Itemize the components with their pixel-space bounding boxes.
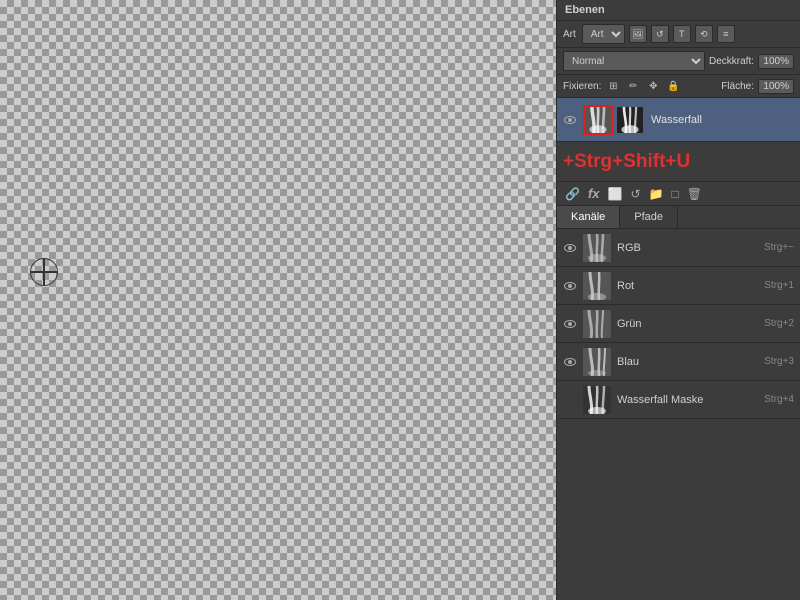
channel-gruen-eye-icon (564, 320, 576, 328)
flaeche-value: 100% (758, 79, 794, 94)
trash-action-icon[interactable]: 🗑 (687, 187, 702, 201)
panel-header: Ebenen (557, 0, 800, 21)
tab-kanaele[interactable]: Kanäle (557, 206, 620, 228)
channel-rgb-thumb (583, 234, 611, 262)
channel-maske-eye[interactable] (563, 393, 577, 407)
opacity-value: 100% (758, 54, 794, 69)
right-panel: Ebenen Art Art 🖼 ↺ T ⟲ ≡ Normal Deckkraf… (556, 0, 800, 600)
eye-icon (564, 116, 576, 124)
eye-pupil (568, 118, 572, 122)
icon-type-btn[interactable]: T (673, 25, 691, 43)
art-label: Art (563, 29, 576, 40)
checkerboard-bg (0, 0, 556, 600)
channel-gruen-shortcut: Strg+2 (764, 318, 794, 329)
layer-thumbnails (583, 105, 645, 135)
fixieren-label: Fixieren: (563, 81, 601, 92)
fix-move-icon[interactable]: ✥ (645, 78, 661, 94)
channel-blau-eye-icon (564, 358, 576, 366)
adjustment-action-icon[interactable]: ↺ (630, 187, 640, 201)
channel-maske-shortcut: Strg+4 (764, 394, 794, 405)
channel-item-blau[interactable]: Blau Strg+3 (557, 343, 800, 381)
blend-mode-select[interactable]: Normal (563, 51, 705, 71)
channel-rot-name: Rot (617, 280, 764, 292)
channel-item-gruen[interactable]: Grün Strg+2 (557, 305, 800, 343)
layer-action-bar: 🔗 fx ⬜ ↺ 📁 □ 🗑 (557, 181, 800, 206)
channel-rot-thumb (583, 272, 611, 300)
fix-grid-icon[interactable]: ⊞ (605, 78, 621, 94)
crosshair-cursor (30, 258, 58, 286)
art-toolbar-row: Art Art 🖼 ↺ T ⟲ ≡ (557, 21, 800, 48)
tabs-row: Kanäle Pfade (557, 206, 800, 229)
folder-action-icon[interactable]: 📁 (649, 187, 664, 201)
channel-list: RGB Strg+~ Rot Strg+1 (557, 229, 800, 419)
layer-item[interactable]: Wasserfall (557, 98, 800, 142)
channel-gruen-name: Grün (617, 318, 764, 330)
channel-gruen-thumb (583, 310, 611, 338)
channel-item-rot[interactable]: Rot Strg+1 (557, 267, 800, 305)
channel-blau-thumb (583, 348, 611, 376)
layer-thumb-svg (585, 107, 611, 133)
shortcut-overlay: +Strg+Shift+U (557, 142, 800, 181)
opacity-label: Deckkraft: (709, 56, 754, 67)
channel-maske-name: Wasserfall Maske (617, 394, 764, 406)
channel-blau-shortcut: Strg+3 (764, 356, 794, 367)
channel-rgb-name: RGB (617, 242, 764, 254)
blend-opacity-row: Normal Deckkraft: 100% (557, 48, 800, 75)
layer-main-thumb[interactable] (583, 105, 613, 135)
fx-action-icon[interactable]: fx (588, 186, 600, 201)
art-select[interactable]: Art (582, 24, 625, 44)
channel-item-rgb[interactable]: RGB Strg+~ (557, 229, 800, 267)
new-layer-action-icon[interactable]: □ (671, 187, 678, 201)
channel-gruen-eye[interactable] (563, 317, 577, 331)
flaeche-label: Fläche: (721, 81, 754, 92)
channel-maske-thumb (583, 386, 611, 414)
icon-extra-btn[interactable]: ≡ (717, 25, 735, 43)
shortcut-text: +Strg+Shift+U (563, 151, 690, 172)
channel-blau-eye[interactable] (563, 355, 577, 369)
icon-image-btn[interactable]: 🖼 (629, 25, 647, 43)
link-action-icon[interactable]: 🔗 (565, 187, 580, 201)
icon-refresh-btn[interactable]: ↺ (651, 25, 669, 43)
layer-visibility-toggle[interactable] (563, 113, 577, 127)
channel-rot-eye-icon (564, 282, 576, 290)
channel-rot-eye[interactable] (563, 279, 577, 293)
tab-pfade[interactable]: Pfade (620, 206, 678, 228)
channel-item-wasserfall-maske[interactable]: Wasserfall Maske Strg+4 (557, 381, 800, 419)
layer-name-label: Wasserfall (651, 114, 702, 126)
fix-paint-icon[interactable]: ✏ (625, 78, 641, 94)
fix-lock-icon[interactable]: 🔒 (665, 78, 681, 94)
layer-mask-svg (617, 107, 643, 133)
channel-rot-shortcut: Strg+1 (764, 280, 794, 291)
fixieren-row: Fixieren: ⊞ ✏ ✥ 🔒 Fläche: 100% (557, 75, 800, 98)
layer-mask-thumb[interactable] (615, 105, 645, 135)
mask-action-icon[interactable]: ⬜ (608, 187, 623, 201)
panel-title: Ebenen (565, 4, 605, 16)
channel-blau-name: Blau (617, 356, 764, 368)
canvas-area (0, 0, 556, 600)
channel-rgb-shortcut: Strg+~ (764, 242, 794, 253)
channel-rgb-eye[interactable] (563, 241, 577, 255)
icon-transform-btn[interactable]: ⟲ (695, 25, 713, 43)
channel-rgb-eye-icon (564, 244, 576, 252)
